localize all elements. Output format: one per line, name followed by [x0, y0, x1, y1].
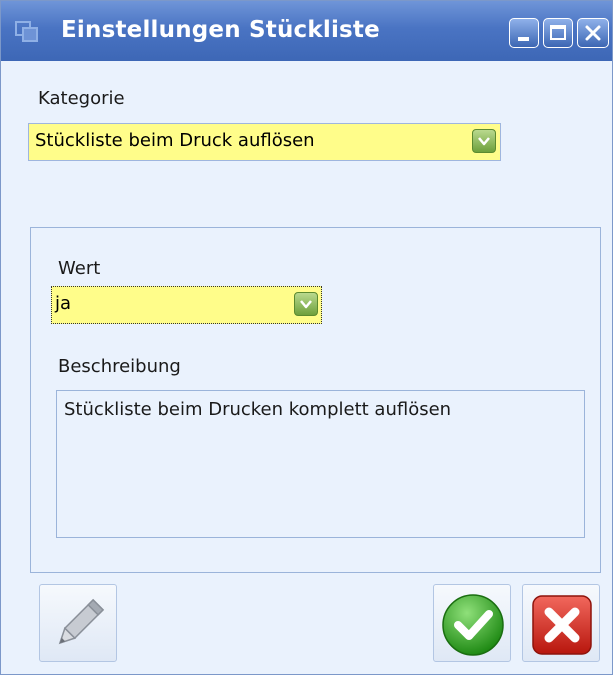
kategorie-value: Stückliste beim Druck auflösen [35, 130, 315, 151]
description-text: Stückliste beim Drucken komplett auflöse… [64, 399, 452, 420]
description-box: Stückliste beim Drucken komplett auflöse… [56, 390, 585, 538]
pencil-icon [58, 598, 105, 645]
minimize-icon [518, 37, 529, 41]
window-title: Einstellungen Stückliste [61, 17, 380, 43]
beschreibung-label: Beschreibung [58, 356, 181, 377]
title-bar[interactable]: Einstellungen Stückliste [1, 1, 612, 61]
kategorie-select[interactable]: Stückliste beim Druck auflösen [28, 123, 501, 161]
minimize-button[interactable] [509, 18, 539, 48]
confirm-button[interactable] [433, 584, 511, 662]
cancel-button[interactable] [522, 584, 600, 662]
wert-value: ja [55, 293, 72, 314]
wert-select[interactable]: ja [51, 286, 322, 324]
close-icon [585, 25, 601, 41]
edit-button[interactable] [39, 584, 117, 662]
maximize-icon [550, 25, 566, 40]
kategorie-label: Kategorie [38, 88, 125, 109]
chevron-down-icon[interactable] [294, 292, 318, 316]
checkmark-icon [442, 594, 504, 656]
window-app-icon [15, 21, 39, 43]
maximize-button[interactable] [543, 18, 573, 48]
wert-label: Wert [58, 258, 101, 279]
cross-icon [532, 595, 592, 655]
close-button[interactable] [577, 18, 609, 48]
settings-window: Einstellungen Stückliste Kategorie Stück… [0, 0, 613, 675]
chevron-down-icon[interactable] [472, 129, 496, 153]
